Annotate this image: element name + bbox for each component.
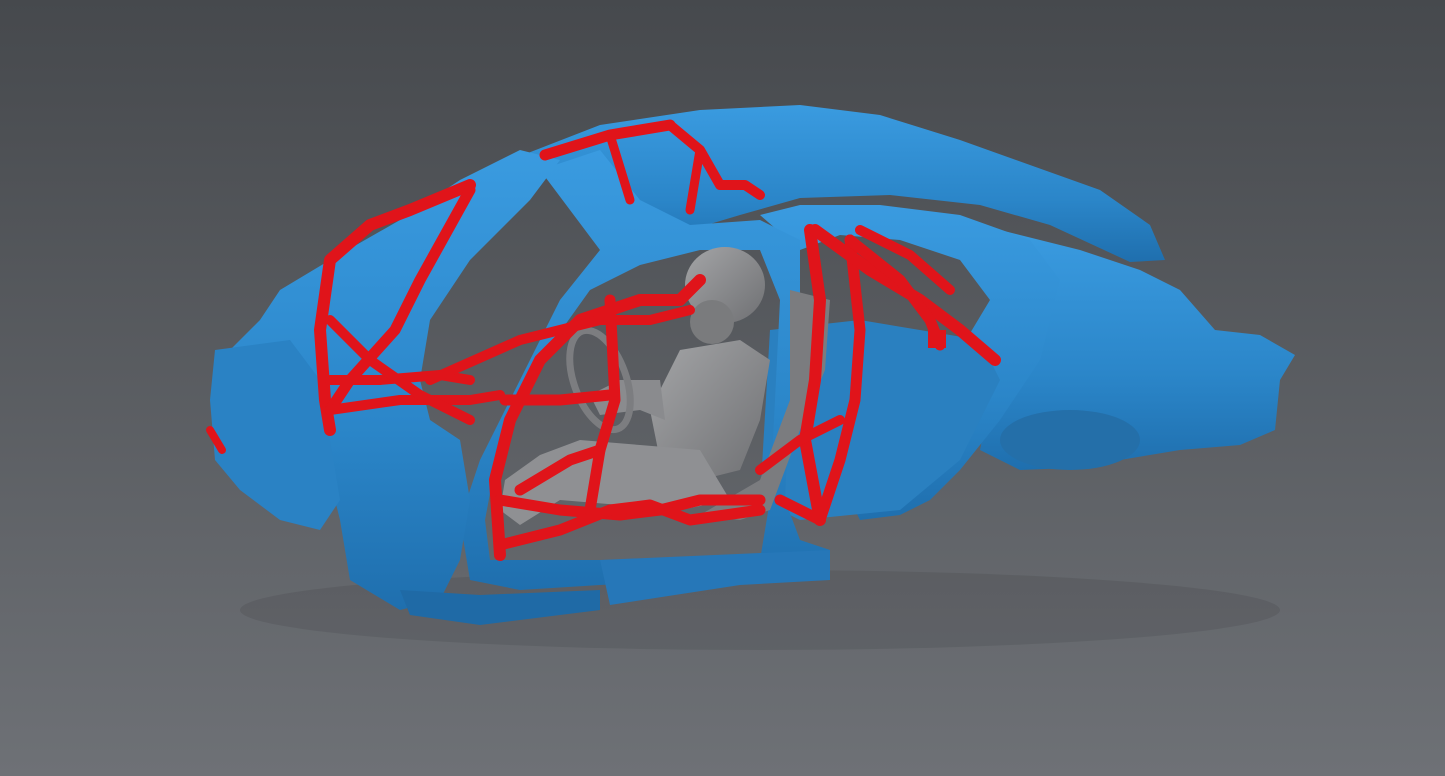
model-scene[interactable]: [0, 0, 1445, 776]
face-mask: [690, 300, 734, 344]
cage-harness-block: [928, 330, 946, 348]
steering-wheel[interactable]: [558, 322, 642, 438]
rear-wheel-well: [1000, 410, 1140, 470]
3d-viewport[interactable]: [0, 0, 1445, 776]
cage-door-bar-upper[interactable]: [499, 389, 616, 406]
